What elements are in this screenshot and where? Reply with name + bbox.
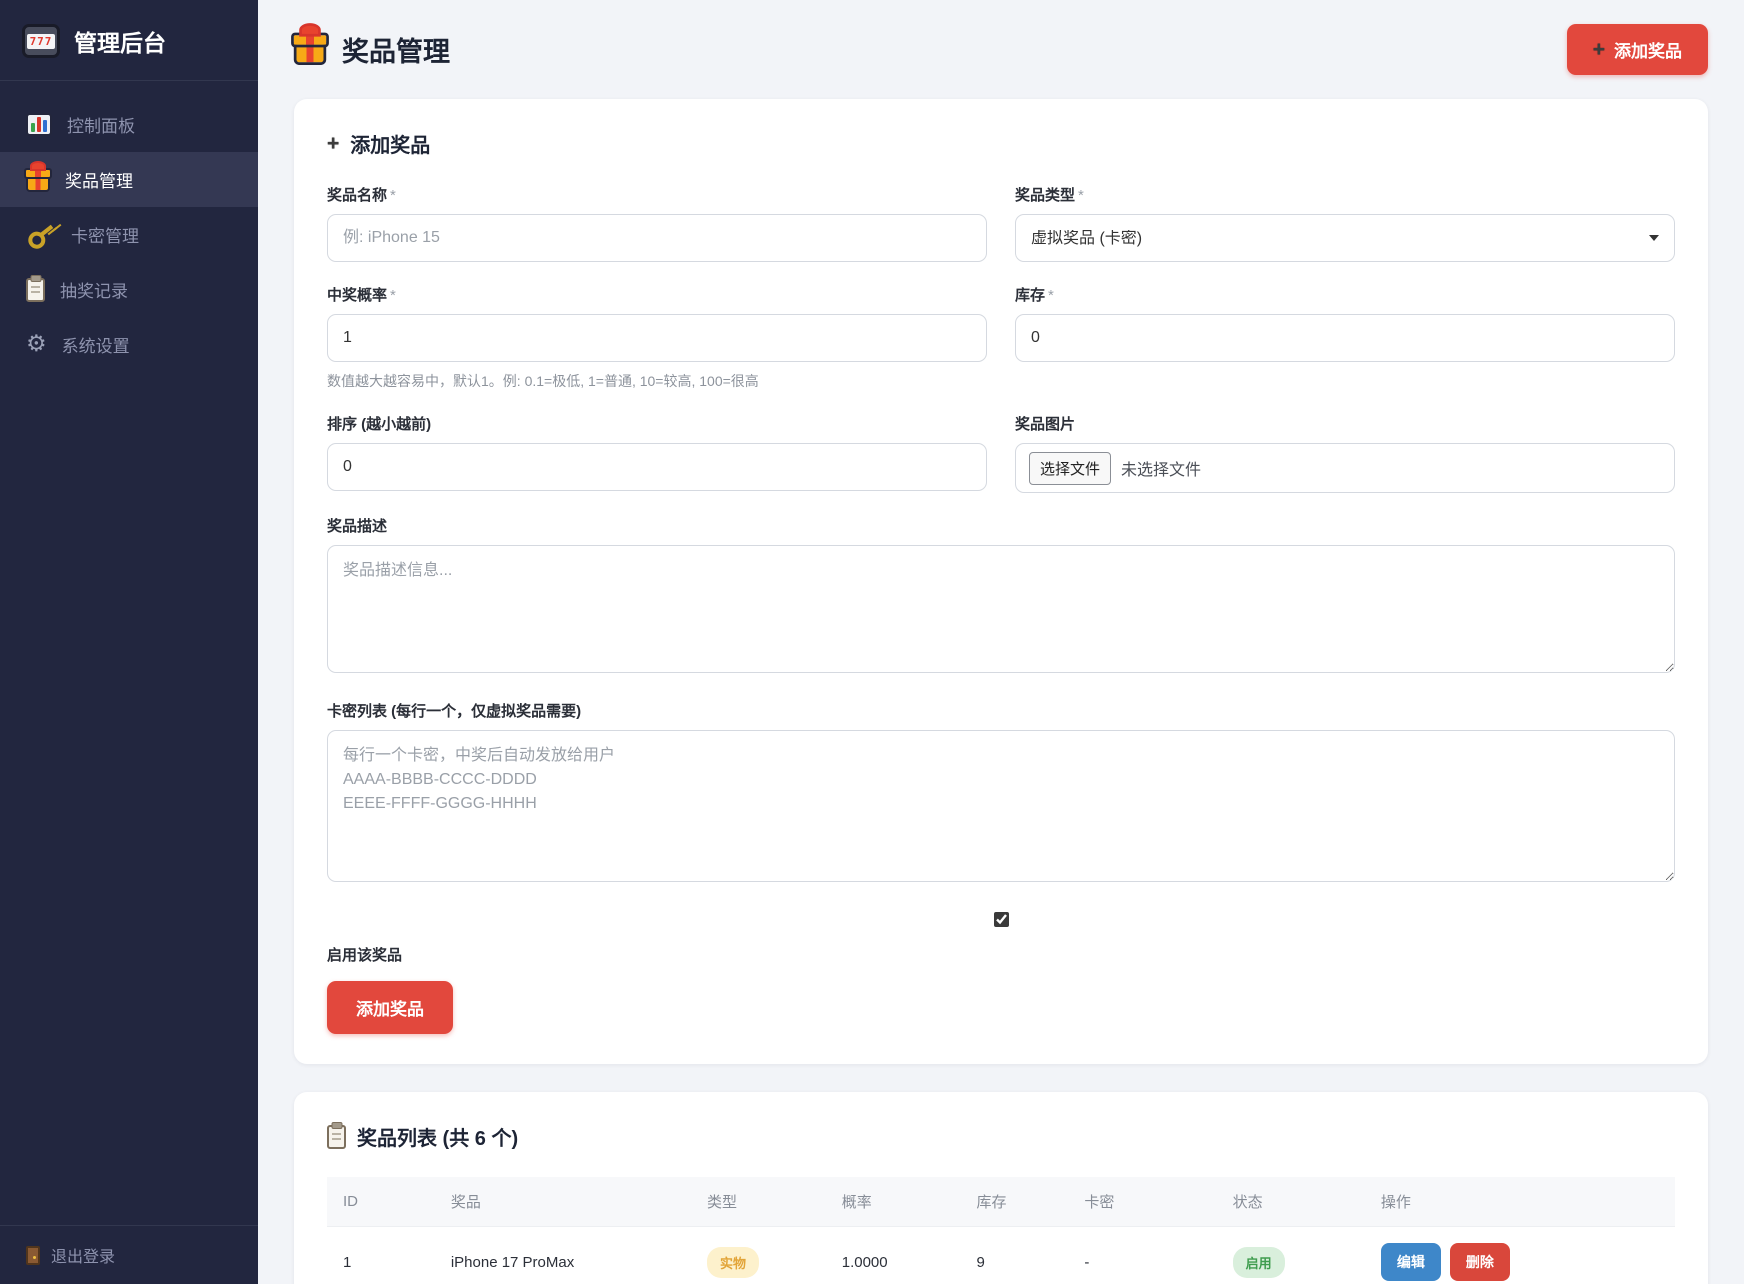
page-header: 奖品管理 + 添加奖品 xyxy=(294,24,1708,75)
sidebar-item-prizes[interactable]: 奖品管理 xyxy=(0,152,258,207)
cell-prob: 1.0000 xyxy=(826,1227,961,1284)
gift-icon xyxy=(26,175,50,192)
image-label: 奖品图片 xyxy=(1015,413,1675,434)
stock-field: 库存* xyxy=(1015,284,1675,391)
sidebar-item-label: 系统设置 xyxy=(62,332,130,357)
logout-label: 退出登录 xyxy=(51,1243,115,1267)
prize-name-label: 奖品名称* xyxy=(327,184,987,205)
key-icon xyxy=(24,218,59,251)
required-mark: * xyxy=(1078,187,1084,204)
cell-stock: 9 xyxy=(961,1227,1069,1284)
page-title: 奖品管理 xyxy=(294,30,450,69)
description-textarea[interactable] xyxy=(327,545,1675,673)
plus-icon: + xyxy=(1593,39,1605,60)
required-mark: * xyxy=(390,287,396,304)
probability-hint: 数值越大越容易中，默认1。例: 0.1=极低, 1=普通, 10=较高, 100… xyxy=(327,371,987,391)
bar-chart-icon xyxy=(26,113,52,136)
col-prize: 奖品 xyxy=(435,1177,691,1227)
image-file-input[interactable]: 选择文件 未选择文件 xyxy=(1015,443,1675,493)
clipboard-icon xyxy=(26,278,45,302)
prize-list-title: 奖品列表 (共 6 个) xyxy=(327,1122,1675,1151)
cell-id: 1 xyxy=(327,1227,435,1284)
gear-icon: ⚙ xyxy=(26,333,47,356)
prize-name-input[interactable] xyxy=(327,214,987,262)
cell-actions: 编辑删除 xyxy=(1365,1227,1675,1284)
col-actions: 操作 xyxy=(1365,1177,1675,1227)
app-title: 管理后台 xyxy=(74,24,166,58)
probability-input[interactable] xyxy=(327,314,987,362)
sidebar-nav: 控制面板 奖品管理 卡密管理 抽奖记录 ⚙ 系统设置 xyxy=(0,81,258,372)
enable-checkbox[interactable] xyxy=(994,912,1009,927)
cell-name: iPhone 17 ProMax xyxy=(435,1227,691,1284)
sidebar-item-dashboard[interactable]: 控制面板 xyxy=(0,97,258,152)
sort-input[interactable] xyxy=(327,443,987,491)
logout-button[interactable]: 退出登录 xyxy=(0,1225,258,1284)
col-prob: 概率 xyxy=(826,1177,961,1227)
type-badge: 实物 xyxy=(707,1247,759,1278)
prize-type-select-wrap: 虚拟奖品 (卡密) xyxy=(1015,214,1675,262)
sidebar-item-label: 抽奖记录 xyxy=(60,277,128,302)
col-key: 卡密 xyxy=(1068,1177,1216,1227)
main-content: 奖品管理 + 添加奖品 + 添加奖品 奖品名称* 奖品类型* xyxy=(258,0,1744,1284)
stock-input[interactable] xyxy=(1015,314,1675,362)
prize-list-card: 奖品列表 (共 6 个) ID 奖品 类型 概率 库存 卡密 状态 操作 1 i… xyxy=(294,1092,1708,1284)
door-icon xyxy=(26,1246,40,1265)
required-mark: * xyxy=(1048,287,1054,304)
status-badge: 启用 xyxy=(1233,1247,1285,1278)
add-prize-button-top[interactable]: + 添加奖品 xyxy=(1567,24,1708,75)
table-row: 1 iPhone 17 ProMax 实物 1.0000 9 - 启用 编辑删除 xyxy=(327,1227,1675,1284)
cardkeys-field: 卡密列表 (每行一个，仅虚拟奖品需要) xyxy=(327,700,1675,887)
stock-label: 库存* xyxy=(1015,284,1675,305)
required-mark: * xyxy=(390,187,396,204)
sidebar-item-settings[interactable]: ⚙ 系统设置 xyxy=(0,317,258,372)
sidebar-item-label: 控制面板 xyxy=(67,112,135,137)
add-prize-submit-button[interactable]: 添加奖品 xyxy=(327,981,453,1034)
prize-type-field: 奖品类型* 虚拟奖品 (卡密) xyxy=(1015,184,1675,262)
col-id: ID xyxy=(327,1177,435,1227)
sort-field: 排序 (越小越前) xyxy=(327,413,987,493)
slot-machine-icon: 777 xyxy=(22,24,60,58)
image-field: 奖品图片 选择文件 未选择文件 xyxy=(1015,413,1675,493)
edit-button[interactable]: 编辑 xyxy=(1381,1243,1441,1281)
probability-label: 中奖概率* xyxy=(327,284,987,305)
sort-label: 排序 (越小越前) xyxy=(327,413,987,434)
col-type: 类型 xyxy=(691,1177,826,1227)
enable-label: 启用该奖品 xyxy=(327,944,1675,965)
file-status-text: 未选择文件 xyxy=(1121,456,1201,480)
sidebar-item-label: 卡密管理 xyxy=(71,222,139,247)
delete-button[interactable]: 删除 xyxy=(1450,1243,1510,1281)
col-stock: 库存 xyxy=(961,1177,1069,1227)
sidebar-item-records[interactable]: 抽奖记录 xyxy=(0,262,258,317)
prize-type-label: 奖品类型* xyxy=(1015,184,1675,205)
cell-status: 启用 xyxy=(1217,1227,1365,1284)
prize-table: ID 奖品 类型 概率 库存 卡密 状态 操作 1 iPhone 17 ProM… xyxy=(327,1177,1675,1284)
plus-icon: + xyxy=(327,133,339,154)
table-header-row: ID 奖品 类型 概率 库存 卡密 状态 操作 xyxy=(327,1177,1675,1227)
prize-type-select[interactable]: 虚拟奖品 (卡密) xyxy=(1015,214,1675,262)
probability-field: 中奖概率* 数值越大越容易中，默认1。例: 0.1=极低, 1=普通, 10=较… xyxy=(327,284,987,391)
add-prize-card-title: + 添加奖品 xyxy=(327,129,1675,158)
add-prize-card: + 添加奖品 奖品名称* 奖品类型* 虚拟奖品 (卡密) xyxy=(294,99,1708,1064)
cell-type: 实物 xyxy=(691,1227,826,1284)
app-logo: 777 管理后台 xyxy=(0,0,258,81)
gift-icon xyxy=(294,42,326,65)
cardkeys-textarea[interactable] xyxy=(327,730,1675,882)
enable-checkbox-row xyxy=(327,909,1675,932)
col-status: 状态 xyxy=(1217,1177,1365,1227)
clipboard-icon xyxy=(327,1125,346,1149)
sidebar: 777 管理后台 控制面板 奖品管理 卡密管理 抽奖记录 ⚙ 系统设置 退出登录 xyxy=(0,0,258,1284)
sidebar-item-label: 奖品管理 xyxy=(65,167,133,192)
cell-key: - xyxy=(1068,1227,1216,1284)
form-grid: 奖品名称* 奖品类型* 虚拟奖品 (卡密) 中奖概率* xyxy=(327,184,1675,515)
choose-file-button[interactable]: 选择文件 xyxy=(1029,452,1111,485)
sidebar-item-cardkeys[interactable]: 卡密管理 xyxy=(0,207,258,262)
cardkeys-label: 卡密列表 (每行一个，仅虚拟奖品需要) xyxy=(327,700,1675,721)
description-label: 奖品描述 xyxy=(327,515,1675,536)
description-field: 奖品描述 xyxy=(327,515,1675,678)
prize-name-field: 奖品名称* xyxy=(327,184,987,262)
